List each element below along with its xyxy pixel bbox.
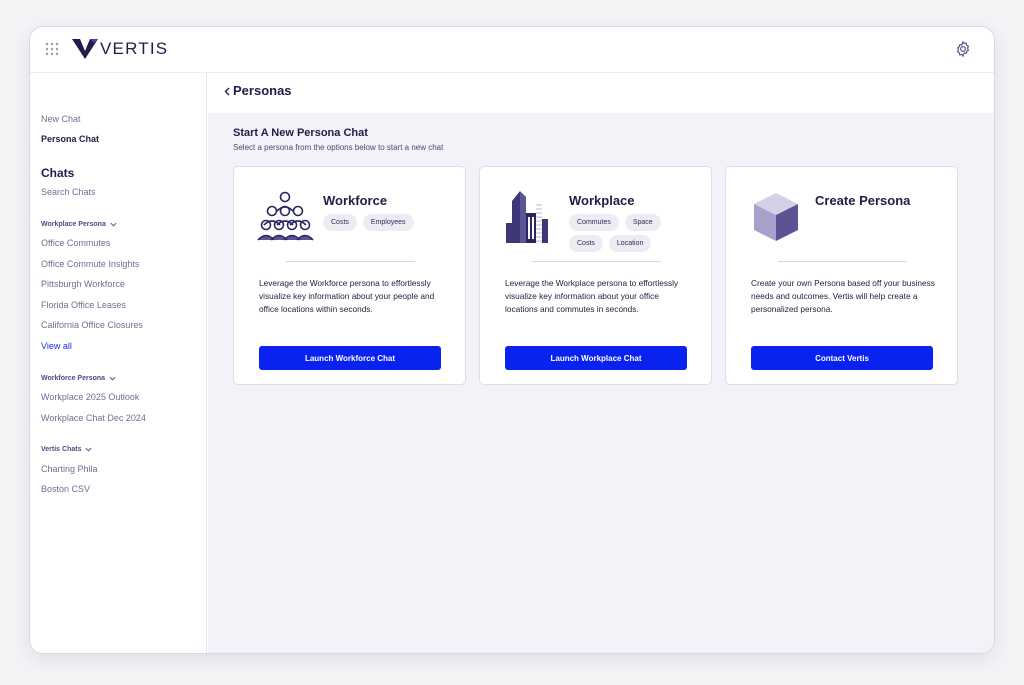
group-label: Workplace Persona (41, 221, 106, 228)
sidebar-chat-item[interactable]: Workplace 2025 Outlook (41, 392, 139, 402)
sidebar-chat-item[interactable]: Office Commute Insights (41, 259, 139, 269)
divider (532, 261, 661, 262)
tag-list: Costs Employees (323, 214, 433, 231)
tag: Employees (362, 214, 414, 231)
buildings-icon (506, 191, 548, 243)
chevron-left-icon[interactable] (224, 87, 230, 96)
vertis-logo[interactable]: VERTIS (72, 37, 168, 61)
group-label: Vertis Chats (41, 446, 82, 453)
page-header: Personas (208, 73, 994, 113)
tag: Costs (569, 235, 603, 252)
search-chats-link[interactable]: Search Chats (41, 187, 96, 197)
view-all-link[interactable]: View all (41, 341, 72, 351)
tag-list: Commutes Space Costs Location (569, 214, 679, 252)
vertis-logo-mark-icon (72, 39, 98, 59)
chevron-down-icon (109, 376, 116, 381)
tag: Space (624, 214, 661, 231)
chats-heading: Chats (41, 166, 75, 180)
sidebar-persona-chat[interactable]: Persona Chat (41, 134, 99, 144)
launch-workforce-chat-button[interactable]: Launch Workforce Chat (259, 346, 441, 370)
app-window: VERTIS New Chat Persona Chat Chats Searc… (29, 26, 995, 654)
main-content: Personas Start A New Persona Chat Select… (208, 73, 994, 653)
divider (778, 261, 907, 262)
card-title: Create Persona (815, 193, 911, 208)
sidebar-chat-item[interactable]: Florida Office Leases (41, 300, 126, 310)
chevron-down-icon (110, 222, 117, 227)
card-description: Leverage the Workplace persona to effort… (505, 278, 679, 314)
section-subtitle: Select a persona from the options below … (233, 143, 444, 152)
group-label: Workforce Persona (41, 375, 106, 382)
sidebar-chat-item[interactable]: Workplace Chat Dec 2024 (41, 413, 146, 423)
gear-icon[interactable] (954, 40, 972, 58)
tag: Commutes (569, 214, 619, 231)
divider (286, 261, 415, 262)
sidebar-chat-item[interactable]: Boston CSV (41, 484, 90, 494)
tag: Costs (323, 214, 357, 231)
card-title: Workforce (323, 193, 388, 208)
sidebar: New Chat Persona Chat Chats Search Chats… (30, 73, 207, 653)
sidebar-chat-item[interactable]: Pittsburgh Workforce (41, 279, 125, 289)
group-workplace-persona[interactable]: Workplace Persona (41, 221, 117, 228)
card-description: Create your own Persona based off your b… (751, 278, 935, 314)
sidebar-new-chat[interactable]: New Chat (41, 114, 81, 124)
group-vertis-chats[interactable]: Vertis Chats (41, 446, 92, 453)
card-description: Leverage the Workforce persona to effort… (259, 278, 435, 314)
sidebar-chat-item[interactable]: California Office Closures (41, 320, 143, 330)
cube-icon (754, 193, 798, 241)
tag: Location (608, 235, 652, 252)
sidebar-chat-item[interactable]: Charting Phila (41, 464, 98, 474)
contact-vertis-button[interactable]: Contact Vertis (751, 346, 933, 370)
persona-card-workplace[interactable]: Workplace Commutes Space Costs Location … (479, 166, 712, 385)
section-title: Start A New Persona Chat (233, 127, 368, 139)
top-bar: VERTIS (30, 27, 994, 73)
card-title: Workplace (569, 193, 635, 208)
launch-workplace-chat-button[interactable]: Launch Workplace Chat (505, 346, 687, 370)
group-workforce-persona[interactable]: Workforce Persona (41, 375, 116, 382)
apps-grid-icon[interactable] (45, 42, 59, 56)
logo-text: VERTIS (100, 39, 169, 58)
persona-card-create[interactable]: Create Persona Create your own Persona b… (725, 166, 958, 385)
persona-card-workforce[interactable]: Workforce Costs Employees Leverage the W… (233, 166, 466, 385)
chevron-down-icon (85, 447, 92, 452)
people-group-icon (257, 191, 314, 241)
sidebar-chat-item[interactable]: Office Commutes (41, 238, 110, 248)
page-title: Personas (233, 83, 292, 98)
